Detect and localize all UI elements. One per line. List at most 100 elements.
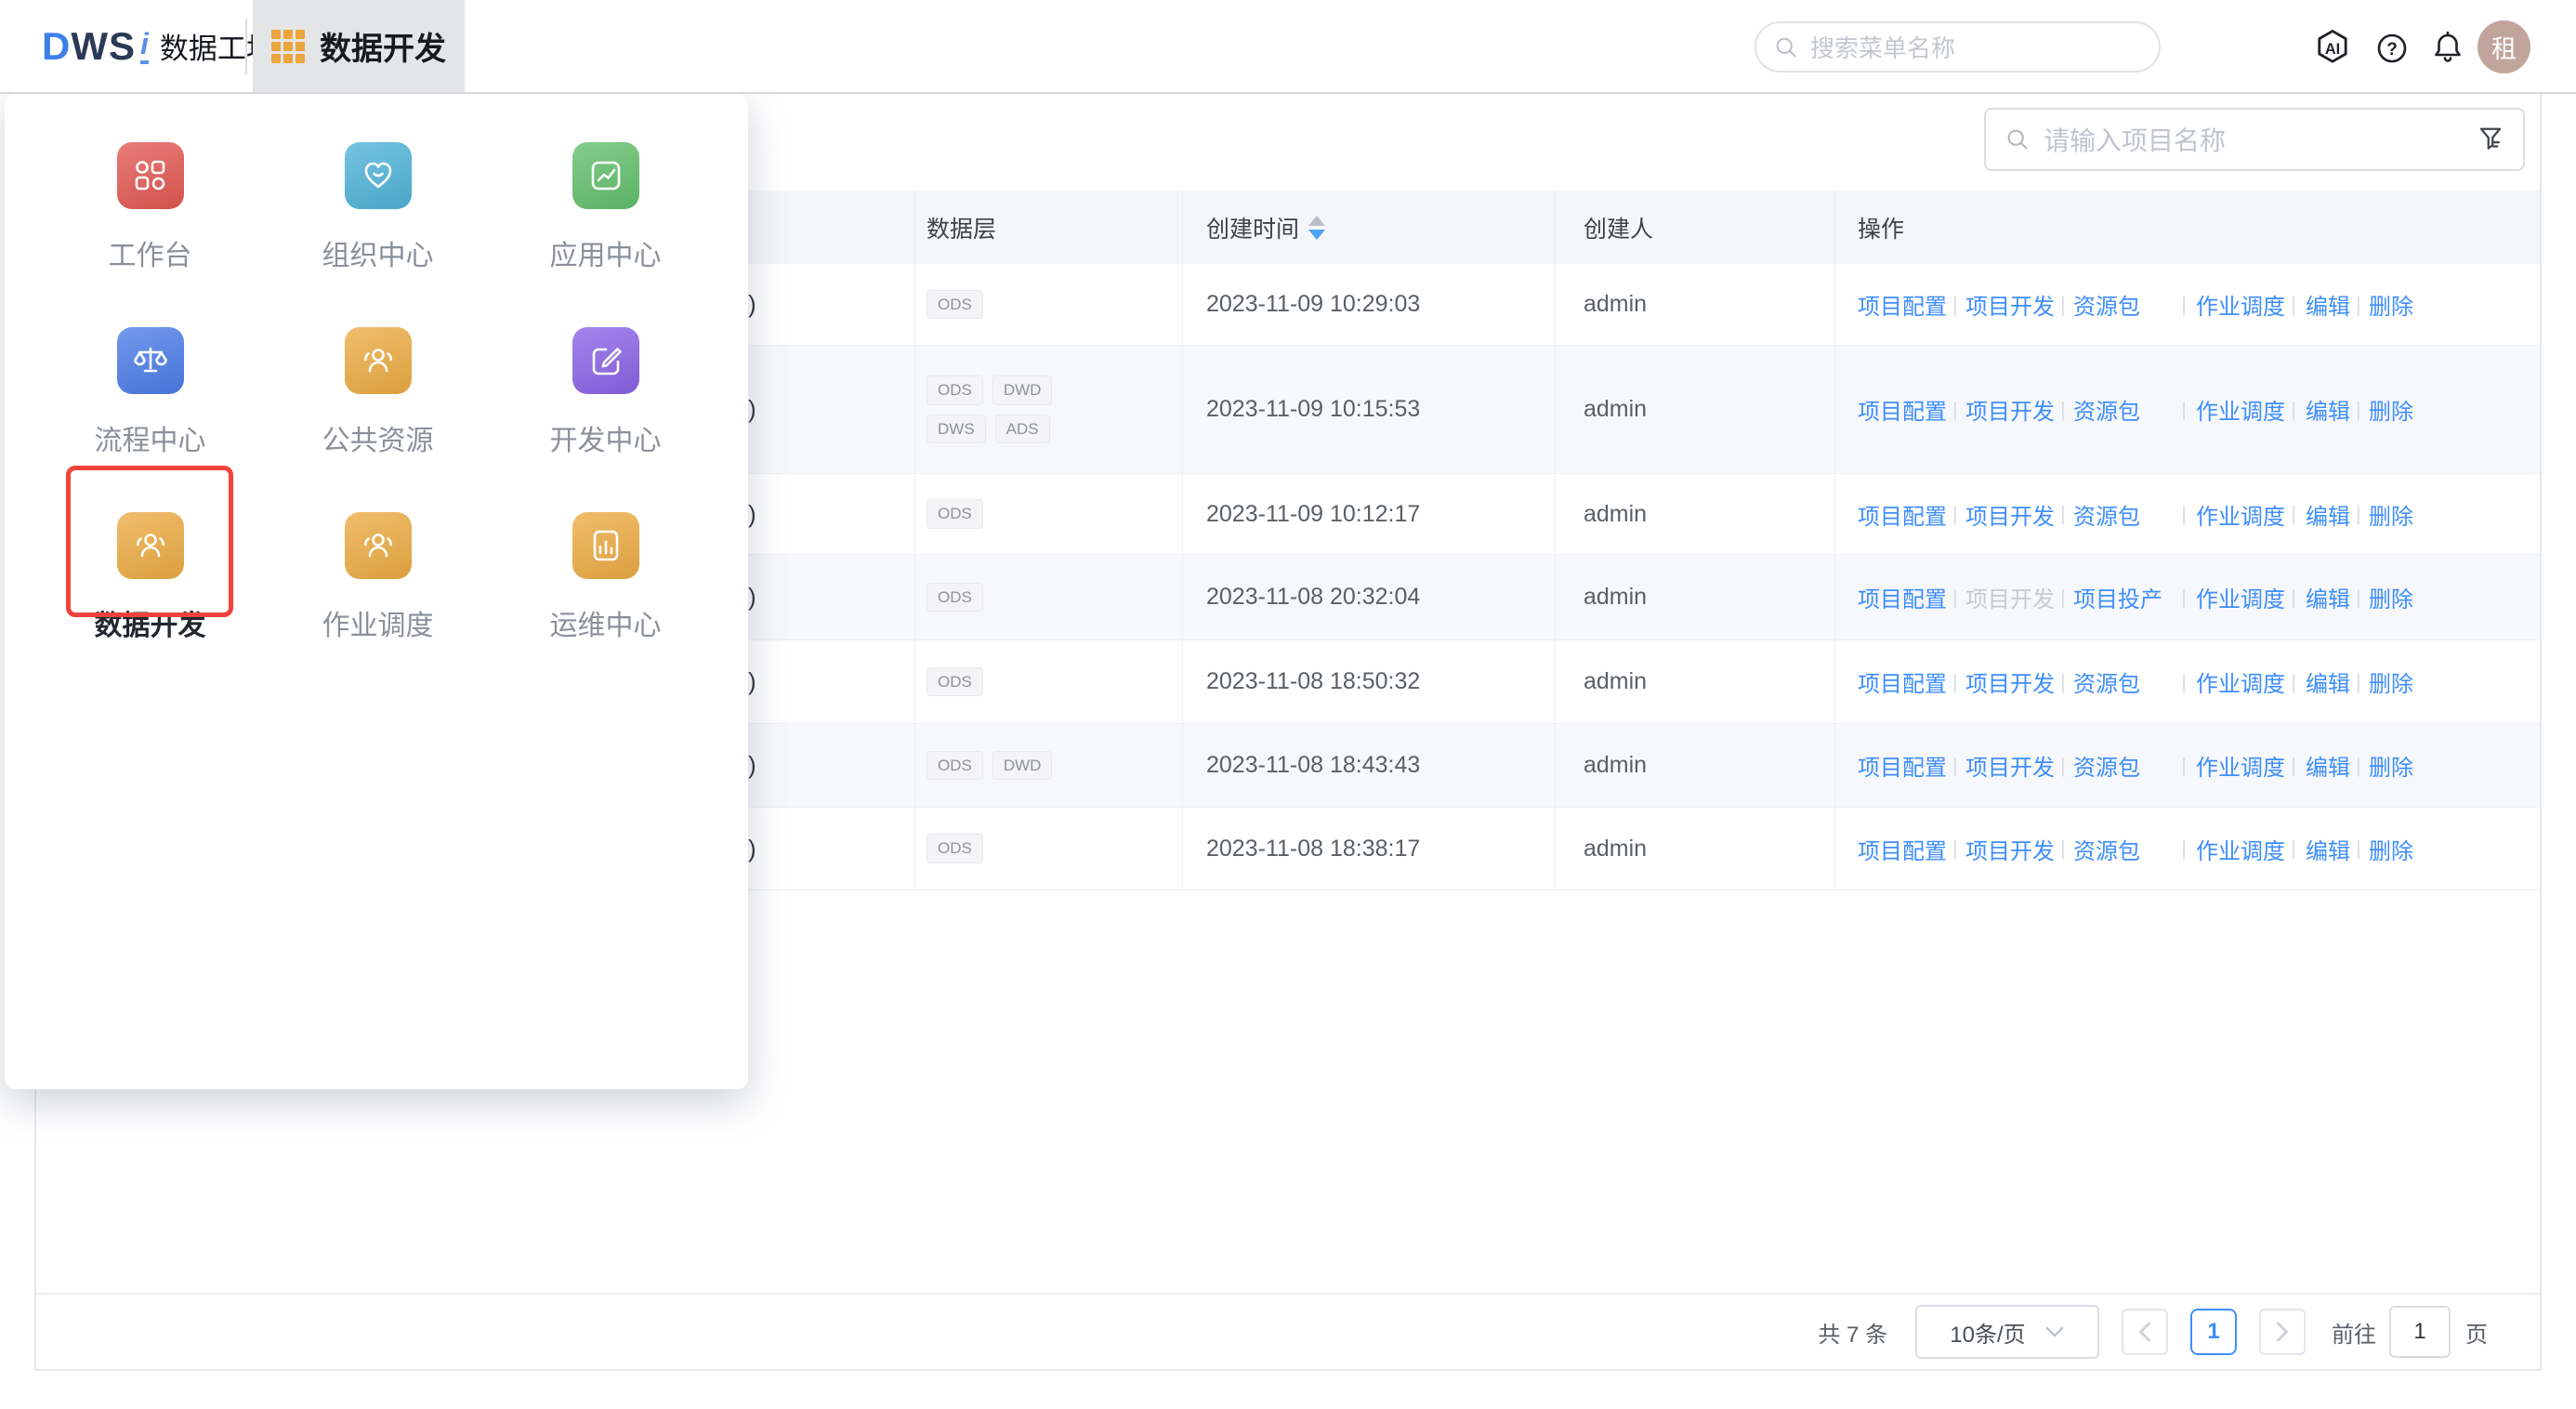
cell-actions: 项目配置|项目开发|资源包|作业调度|编辑|删除 (1835, 640, 2540, 723)
sort-asc-icon[interactable] (1308, 216, 1325, 226)
menu-search-input[interactable]: 搜索菜单名称 (1755, 21, 2161, 72)
action-separator: | (1947, 502, 1967, 526)
avatar[interactable]: 租 (2477, 20, 2530, 73)
app-menu-item[interactable]: 组织中心 (264, 142, 492, 273)
ai-assistant-icon[interactable]: AI (2310, 26, 2355, 71)
action-link[interactable]: 编辑 (2306, 749, 2350, 782)
sort-desc-icon[interactable] (1308, 230, 1325, 240)
app-menu-item[interactable]: 公共资源 (264, 327, 492, 458)
action-link[interactable]: 项目配置 (1858, 749, 1947, 782)
project-name-fragment: ) (748, 500, 756, 529)
action-separator: | (1947, 293, 1967, 317)
action-separator: | (2285, 836, 2306, 861)
action-link[interactable]: 项目开发 (1965, 665, 2055, 698)
action-link[interactable]: 删除 (2369, 749, 2413, 782)
action-link[interactable]: 删除 (2369, 393, 2413, 426)
action-link[interactable]: 项目配置 (1858, 581, 1947, 613)
cell-created-time: 2023-11-09 10:15:53 (1183, 346, 1556, 473)
action-separator: | (2350, 293, 2371, 317)
action-link[interactable]: 项目开发 (1965, 288, 2055, 321)
action-link[interactable]: 资源包 (2073, 833, 2140, 865)
data-layer-tag: ODS (927, 290, 983, 320)
notification-bell-icon[interactable] (2427, 27, 2468, 68)
action-link[interactable]: 项目开发 (1965, 833, 2055, 865)
project-name-fragment: ) (748, 835, 756, 863)
action-separator: | (2055, 836, 2075, 861)
logo-dws: DWS (42, 24, 136, 69)
cell-created-time: 2023-11-09 10:29:03 (1183, 264, 1556, 345)
action-link[interactable]: 删除 (2369, 498, 2413, 531)
action-link[interactable]: 编辑 (2306, 288, 2350, 321)
action-link[interactable]: 删除 (2369, 288, 2413, 321)
action-separator: | (2285, 754, 2306, 778)
action-link[interactable]: 资源包 (2073, 393, 2140, 426)
active-app-tab[interactable]: 数据开发 (253, 0, 465, 92)
action-link[interactable]: 编辑 (2306, 393, 2350, 426)
sort-carets[interactable] (1308, 216, 1325, 240)
dashboard-icon (132, 157, 169, 194)
app-menu-item[interactable]: 运维中心 (492, 512, 719, 643)
app-icon-tile (117, 512, 184, 579)
action-link[interactable]: 资源包 (2073, 749, 2140, 782)
action-link[interactable]: 项目配置 (1858, 288, 1947, 321)
app-menu-item[interactable]: 应用中心 (492, 142, 719, 273)
prev-page-button[interactable] (2122, 1309, 2168, 1355)
current-page-button[interactable]: 1 (2190, 1309, 2237, 1355)
action-link[interactable]: 项目配置 (1858, 665, 1947, 698)
action-link[interactable]: 编辑 (2306, 833, 2350, 865)
cell-creator: admin (1556, 808, 1835, 889)
action-link[interactable]: 编辑 (2306, 665, 2350, 698)
action-link[interactable]: 资源包 (2073, 498, 2140, 531)
project-name-fragment: ) (748, 667, 756, 696)
app-menu-item[interactable]: 作业调度 (264, 512, 492, 643)
action-link[interactable]: 编辑 (2306, 581, 2350, 613)
app-menu-item[interactable]: 数据开发 (36, 512, 264, 643)
filter-icon[interactable] (2477, 125, 2504, 153)
edit-icon (587, 342, 624, 379)
action-link[interactable]: 删除 (2369, 581, 2413, 613)
action-separator: | (2285, 586, 2306, 610)
action-link[interactable]: 作业调度 (2196, 581, 2285, 613)
action-link[interactable]: 作业调度 (2196, 749, 2285, 782)
project-search-input[interactable]: 请输入项目名称 (1984, 108, 2525, 171)
goto-page-input[interactable]: 1 (2389, 1306, 2451, 1358)
header-created-time[interactable]: 创建时间 (1183, 191, 1556, 264)
action-link[interactable]: 删除 (2369, 833, 2413, 865)
action-link[interactable]: 项目开发 (1965, 498, 2055, 531)
app-menu-item-label: 数据开发 (95, 602, 206, 643)
action-link: 项目开发 (1965, 581, 2055, 613)
app-menu-item[interactable]: 工作台 (36, 142, 264, 273)
action-link[interactable]: 项目配置 (1858, 393, 1947, 426)
app-menu-item[interactable]: 流程中心 (36, 327, 264, 458)
action-link[interactable]: 项目开发 (1965, 749, 2055, 782)
action-separator: | (1947, 754, 1967, 778)
data-layer-tag: DWD (992, 375, 1053, 405)
data-layer-tag: DWS (927, 415, 986, 444)
action-link[interactable]: 项目投产 (2073, 581, 2162, 613)
action-link[interactable]: 作业调度 (2196, 833, 2285, 865)
help-icon[interactable]: ? (2372, 28, 2412, 69)
action-separator: | (2350, 670, 2371, 694)
action-link[interactable]: 作业调度 (2196, 393, 2285, 426)
action-separator: | (2350, 754, 2371, 778)
project-name-fragment: ) (748, 583, 756, 612)
action-link[interactable]: 删除 (2369, 665, 2413, 698)
page-size-select[interactable]: 10条/页 (1915, 1305, 2099, 1359)
action-link[interactable]: 作业调度 (2196, 665, 2285, 698)
app-menu-item[interactable]: 开发中心 (492, 327, 719, 458)
action-separator: | (2055, 293, 2075, 317)
action-link[interactable]: 作业调度 (2196, 288, 2285, 321)
action-link[interactable]: 项目配置 (1858, 833, 1947, 865)
people-icon (360, 527, 397, 564)
action-link[interactable]: 资源包 (2073, 665, 2140, 698)
action-link[interactable]: 项目开发 (1965, 393, 2055, 426)
data-layer-tag: ODS (927, 499, 983, 529)
action-link[interactable]: 资源包 (2073, 288, 2140, 321)
action-separator: | (2175, 836, 2196, 861)
action-separator: | (2285, 293, 2306, 317)
next-page-button[interactable] (2259, 1309, 2306, 1355)
action-link[interactable]: 作业调度 (2196, 498, 2285, 531)
action-link[interactable]: 项目配置 (1858, 498, 1947, 531)
action-separator: | (2055, 586, 2075, 610)
action-link[interactable]: 编辑 (2306, 498, 2350, 531)
